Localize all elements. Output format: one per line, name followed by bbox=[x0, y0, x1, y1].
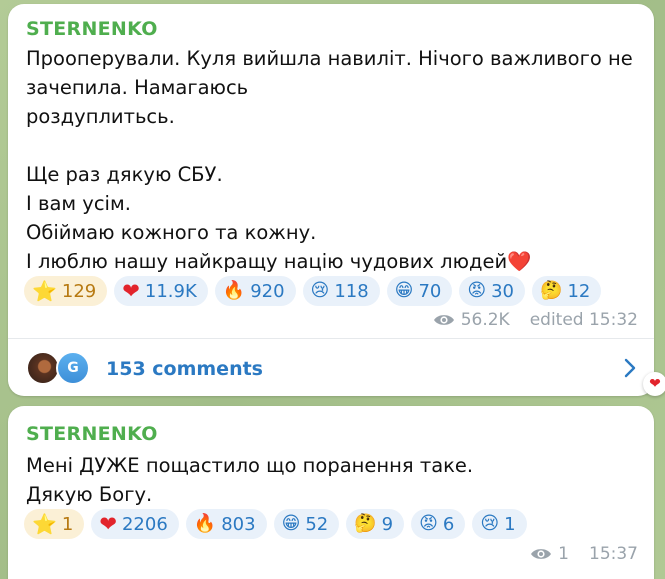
reaction-count: 9 bbox=[381, 513, 394, 535]
fire-icon: 🔥 bbox=[193, 513, 217, 534]
star-icon: ⭐ bbox=[32, 512, 57, 536]
reaction-star[interactable]: ⭐ 1 bbox=[24, 509, 85, 539]
message-time: edited 15:32 bbox=[529, 310, 638, 330]
fire-icon: 🔥 bbox=[222, 280, 246, 301]
reaction-count: 920 bbox=[250, 280, 285, 302]
reaction-count: 803 bbox=[221, 513, 256, 535]
crying-face-icon: 😢 bbox=[310, 280, 330, 301]
sender-name[interactable]: STERNENKO bbox=[26, 423, 158, 445]
reaction-thinking[interactable]: 🤔 9 bbox=[346, 509, 405, 539]
reaction-grin[interactable]: 😁 52 bbox=[273, 509, 340, 539]
heart-icon: ❤ bbox=[649, 376, 661, 392]
heart-icon: ❤ bbox=[122, 278, 140, 303]
thinking-face-icon: 🤔 bbox=[354, 513, 377, 534]
thinking-face-icon: 🤔 bbox=[540, 280, 563, 301]
view-count: 1 bbox=[558, 544, 569, 564]
reaction-count: 129 bbox=[61, 280, 97, 302]
crying-face-icon: 😢 bbox=[480, 513, 500, 534]
reaction-count: 118 bbox=[334, 280, 369, 302]
reaction-crying[interactable]: 😢 1 bbox=[472, 509, 527, 539]
eye-icon bbox=[433, 313, 455, 327]
message-text: Прооперували. Куля вийшла навиліт. Нічог… bbox=[26, 47, 633, 273]
reaction-count: 12 bbox=[567, 280, 591, 302]
heart-icon: ❤ bbox=[99, 511, 117, 536]
reaction-crying[interactable]: 😢 118 bbox=[302, 276, 380, 306]
angry-face-icon: 😡 bbox=[467, 280, 487, 301]
comments-label: 153 comments bbox=[106, 358, 263, 380]
channel-post-2: STERNENKO Мені ДУЖЕ пощастило що поранен… bbox=[8, 406, 654, 579]
avatar bbox=[26, 351, 60, 385]
reaction-count: 6 bbox=[442, 513, 455, 535]
channel-post-1: STERNENKO Прооперували. Куля вийшла нави… bbox=[8, 4, 654, 396]
reaction-heart-badge[interactable]: ❤ bbox=[643, 372, 665, 396]
message-time: 15:37 bbox=[589, 544, 638, 564]
reaction-count: 30 bbox=[491, 280, 515, 302]
reaction-count: 2206 bbox=[121, 513, 168, 535]
reactions-bar: ⭐ 129 ❤ 11.9K 🔥 920 😢 118 😁 70 😡 30 🤔 12 bbox=[24, 276, 602, 306]
reaction-heart[interactable]: ❤ 2206 bbox=[91, 509, 179, 539]
message-meta: 1 15:37 bbox=[530, 544, 638, 564]
message-text: Мені ДУЖЕ пощастило що поранення таке. Д… bbox=[26, 454, 474, 506]
reaction-count: 70 bbox=[418, 280, 442, 302]
view-count: 56.2K bbox=[460, 310, 510, 330]
reactions-bar: ⭐ 1 ❤ 2206 🔥 803 😁 52 🤔 9 😡 6 😢 1 bbox=[24, 509, 527, 539]
sender-name[interactable]: STERNENKO bbox=[26, 18, 158, 40]
chevron-right-icon bbox=[624, 358, 636, 378]
reaction-angry[interactable]: 😡 6 bbox=[411, 509, 466, 539]
reaction-thinking[interactable]: 🤔 12 bbox=[532, 276, 602, 306]
reaction-count: 52 bbox=[305, 513, 329, 535]
eye-icon bbox=[530, 547, 552, 561]
reaction-count: 1 bbox=[61, 513, 74, 535]
reaction-angry[interactable]: 😡 30 bbox=[459, 276, 526, 306]
grinning-face-icon: 😁 bbox=[394, 280, 414, 301]
reaction-fire[interactable]: 🔥 920 bbox=[214, 276, 296, 306]
star-icon: ⭐ bbox=[32, 279, 57, 303]
comments-button[interactable]: G 153 comments bbox=[8, 339, 654, 396]
angry-face-icon: 😡 bbox=[419, 513, 438, 534]
message-meta: 56.2K edited 15:32 bbox=[433, 310, 638, 330]
reaction-count: 1 bbox=[504, 513, 516, 535]
reaction-fire[interactable]: 🔥 803 bbox=[185, 509, 267, 539]
reaction-star[interactable]: ⭐ 129 bbox=[24, 276, 108, 306]
reaction-grin[interactable]: 😁 70 bbox=[386, 276, 453, 306]
avatar: G bbox=[56, 351, 90, 385]
reaction-count: 11.9K bbox=[144, 280, 197, 302]
reaction-heart[interactable]: ❤ 11.9K bbox=[114, 276, 208, 306]
grinning-face-icon: 😁 bbox=[281, 513, 301, 534]
